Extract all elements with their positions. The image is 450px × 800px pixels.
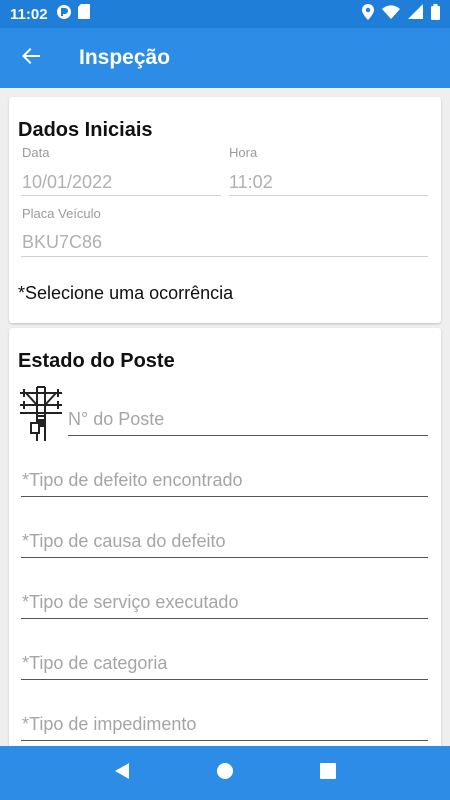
status-time: 11:02 (10, 5, 48, 23)
tipo-causa-field[interactable]: *Tipo de causa do defeito (22, 531, 225, 552)
placa-field[interactable]: BKU7C86 (22, 232, 102, 253)
data-label: Data (22, 145, 50, 160)
tipo-defeito-field[interactable]: *Tipo de defeito encontrado (22, 470, 243, 491)
tipo-impedimento-underline (21, 740, 428, 741)
back-button[interactable] (0, 28, 62, 88)
nav-back-button[interactable] (102, 753, 142, 793)
status-bar: 11:02 (0, 0, 450, 28)
location-icon (362, 3, 374, 25)
page-title: Inspeção (79, 46, 171, 69)
tipo-servico-underline (21, 618, 428, 619)
tipo-servico-field[interactable]: *Tipo de serviço executado (22, 592, 238, 613)
hora-field[interactable]: 11:02 (229, 172, 273, 193)
ocorrencia-selector[interactable]: *Selecione uma ocorrência (18, 283, 233, 304)
tipo-defeito-underline (21, 496, 428, 497)
placa-underline (21, 256, 428, 257)
sd-card-icon (77, 4, 90, 24)
battery-icon (431, 3, 440, 25)
tipo-categoria-field[interactable]: *Tipo de categoria (22, 653, 167, 674)
dados-iniciais-title: Dados Iniciais (18, 119, 153, 141)
nav-home-button[interactable] (205, 753, 245, 793)
placa-label: Placa Veículo (22, 206, 101, 221)
hora-underline (229, 195, 428, 196)
data-field[interactable]: 10/01/2022 (22, 172, 112, 193)
nav-back-icon (113, 762, 131, 785)
data-underline (21, 195, 221, 196)
nav-recents-icon (320, 762, 337, 784)
app-bar: Inspeção (0, 28, 450, 88)
signal-icon (408, 4, 423, 24)
estado-poste-card: Estado do Poste N° do Poste *Tipo de def… (9, 328, 441, 758)
app-notification-icon (56, 4, 72, 25)
system-nav-bar (0, 746, 450, 800)
tipo-causa-underline (21, 557, 428, 558)
utility-pole-icon (18, 383, 64, 443)
numero-poste-input[interactable]: N° do Poste (68, 409, 164, 430)
tipo-impedimento-field[interactable]: *Tipo de impedimento (22, 714, 196, 735)
nav-home-icon (216, 762, 234, 785)
hora-label: Hora (229, 145, 258, 160)
tipo-categoria-underline (21, 679, 428, 680)
arrow-back-icon (21, 46, 41, 71)
estado-poste-title: Estado do Poste (18, 350, 175, 372)
wifi-icon (382, 4, 400, 24)
numero-poste-underline (68, 435, 428, 436)
dados-iniciais-card: Dados Iniciais Data 10/01/2022 Hora 11:0… (9, 97, 441, 323)
nav-recents-button[interactable] (308, 753, 348, 793)
